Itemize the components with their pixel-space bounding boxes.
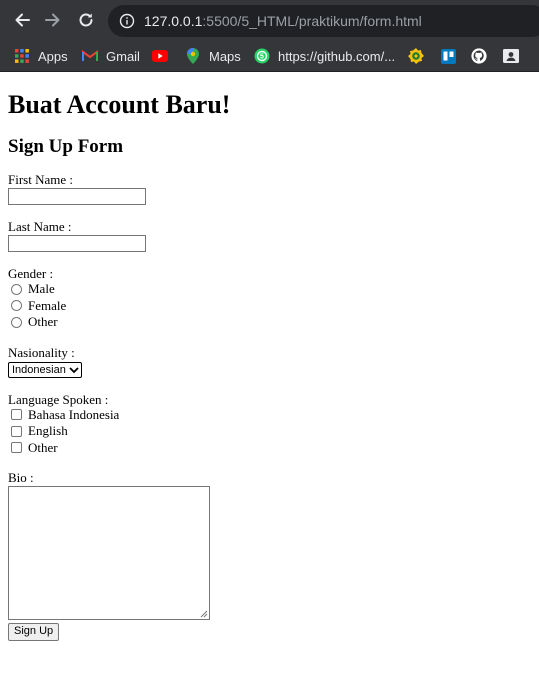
url-host: 127.0.0.1 xyxy=(144,13,203,29)
browser-toolbar: 127.0.0.1:5500/5_HTML/praktikum/form.htm… xyxy=(0,0,539,40)
reload-icon[interactable] xyxy=(75,9,97,31)
sign-up-button[interactable]: Sign Up xyxy=(8,623,60,641)
nationality-label: Nasionality : xyxy=(8,344,75,360)
bio-textarea[interactable] xyxy=(8,486,210,620)
browser-chrome: 127.0.0.1:5500/5_HTML/praktikum/form.htm… xyxy=(0,0,539,72)
gender-option-male[interactable]: Male xyxy=(8,281,531,298)
page-content: Buat Account Baru! Sign Up Form First Na… xyxy=(0,90,539,641)
last-name-input[interactable] xyxy=(8,235,146,252)
bookmark-badge[interactable] xyxy=(408,46,432,66)
bookmark-gmail[interactable]: Gmail xyxy=(82,46,140,66)
language-option-bahasa[interactable]: Bahasa Indonesia xyxy=(8,407,531,424)
bookmarks-bar: Apps Gmail Maps 5 https://github.com/... xyxy=(0,40,539,72)
youtube-icon xyxy=(152,48,168,64)
bookmark-apps[interactable]: Apps xyxy=(14,46,68,66)
language-label: Language Spoken : xyxy=(8,391,109,407)
option-label: Male xyxy=(28,281,55,297)
gender-label: Gender : xyxy=(8,266,54,281)
checkbox[interactable] xyxy=(11,409,22,421)
option-label: Female xyxy=(28,297,67,313)
last-name-label: Last Name : xyxy=(8,219,72,234)
first-name-input[interactable] xyxy=(8,188,146,205)
first-name-group: First Name : xyxy=(8,172,531,205)
bookmark-trello[interactable] xyxy=(440,46,464,66)
bookmark-github-link[interactable]: 5 https://github.com/... xyxy=(254,46,395,66)
nationality-group: Nasionality : Indonesian xyxy=(8,345,531,378)
badge-icon xyxy=(408,48,424,64)
nationality-selected-value: Indonesian xyxy=(12,363,66,376)
url-path: :5500/5_HTML/praktikum/form.html xyxy=(202,13,422,29)
bookmark-label: Maps xyxy=(209,48,241,64)
radio-button[interactable] xyxy=(11,316,22,328)
bookmark-maps[interactable]: Maps xyxy=(185,46,241,66)
language-option-english[interactable]: English xyxy=(8,423,531,440)
option-label: English xyxy=(28,423,68,439)
chevron-down-icon xyxy=(69,365,79,375)
bio-label: Bio : xyxy=(8,470,34,485)
github-icon xyxy=(471,48,487,64)
option-label: Other xyxy=(28,439,58,455)
bookmark-label: https://github.com/... xyxy=(278,48,396,64)
url-text[interactable]: 127.0.0.1:5500/5_HTML/praktikum/form.htm… xyxy=(144,13,422,29)
last-name-group: Last Name : xyxy=(8,219,531,252)
svg-text:5: 5 xyxy=(260,54,264,61)
checkbox[interactable] xyxy=(11,425,22,437)
first-name-label: First Name : xyxy=(8,172,73,187)
bookmark-label: Gmail xyxy=(106,48,140,64)
nationality-select[interactable]: Indonesian xyxy=(8,361,82,378)
contact-card-icon xyxy=(503,48,519,64)
address-bar[interactable]: 127.0.0.1:5500/5_HTML/praktikum/form.htm… xyxy=(108,5,539,37)
language-group: Language Spoken : Bahasa Indonesia Engli… xyxy=(8,392,531,457)
option-label: Bahasa Indonesia xyxy=(28,406,120,422)
radio-button[interactable] xyxy=(11,283,22,295)
maps-icon xyxy=(185,48,201,64)
checkbox[interactable] xyxy=(11,442,22,454)
option-label: Other xyxy=(28,314,58,330)
bookmark-contact[interactable] xyxy=(503,46,527,66)
bookmark-youtube[interactable] xyxy=(152,46,176,66)
gender-group: Gender : Male Female Other xyxy=(8,266,531,331)
bio-group: Bio : xyxy=(8,470,531,620)
resize-grip-icon[interactable] xyxy=(200,610,208,618)
page-title: Buat Account Baru! xyxy=(8,90,231,119)
bookmark-github[interactable] xyxy=(471,46,495,66)
apps-grid-icon xyxy=(14,48,30,64)
bookmark-label: Apps xyxy=(38,48,68,64)
radio-button[interactable] xyxy=(11,300,22,312)
gender-option-other[interactable]: Other xyxy=(8,314,531,331)
form-title: Sign Up Form xyxy=(8,136,124,157)
gender-option-female[interactable]: Female xyxy=(8,298,531,315)
info-icon[interactable] xyxy=(118,12,136,30)
language-option-other[interactable]: Other xyxy=(8,440,531,457)
back-arrow-icon[interactable] xyxy=(11,9,33,31)
gmail-icon xyxy=(82,48,98,64)
trello-icon xyxy=(440,48,456,64)
whatsapp-icon: 5 xyxy=(254,48,270,64)
forward-arrow-icon[interactable] xyxy=(42,9,64,31)
